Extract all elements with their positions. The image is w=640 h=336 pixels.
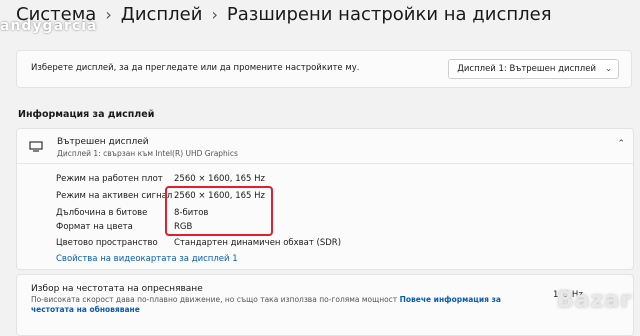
row-value: 2560 × 1600, 165 Hz: [174, 174, 265, 184]
chevron-down-icon: ⌄: [605, 64, 612, 73]
row-label: Режим на активен сигнал: [56, 191, 173, 201]
adapter-properties-link[interactable]: Свойства на видеокартата за дисплей 1: [56, 254, 238, 264]
display-dropdown-value: Дисплей 1: Вътрешен дисплей: [457, 64, 596, 74]
chevron-right-icon: ›: [211, 5, 218, 24]
display-select-label: Изберете дисплей, за да прегледате или д…: [31, 63, 360, 73]
monitor-icon: [29, 141, 43, 152]
refresh-title: Избор на честотата на опресняване: [31, 284, 203, 294]
refresh-description: По-високата скорост дава по-плавно движе…: [31, 295, 511, 315]
breadcrumb-display[interactable]: Дисплей: [121, 4, 203, 25]
row-label: Формат на цвета: [56, 222, 133, 232]
row-label: Дълбочина в битове: [56, 208, 148, 218]
section-title: Информация за дисплей: [18, 109, 155, 120]
row-label: Режим на работен плот: [56, 174, 163, 184]
chevron-up-icon: ⌃: [617, 139, 625, 149]
display-subtitle: Дисплей 1: свързан към Intel(R) UHD Grap…: [57, 149, 238, 158]
chevron-right-icon: ›: [105, 5, 112, 24]
page-title: Разширени настройки на дисплея: [226, 4, 552, 25]
display-select-card: Изберете дисплей, за да прегледате или д…: [16, 50, 632, 88]
display-info-header[interactable]: Вътрешен дисплей Дисплей 1: свързан към …: [17, 129, 633, 164]
site-logo: Bazar: [556, 288, 632, 313]
row-label: Цветово пространство: [56, 238, 158, 248]
refresh-rate-card: Избор на честотата на опресняване По-вис…: [16, 274, 634, 336]
highlight-box: [165, 186, 273, 236]
watermark: andygarcia: [0, 18, 98, 34]
refresh-desc-text: По-високата скорост дава по-плавно движе…: [31, 295, 398, 304]
row-value: Стандартен динамичен обхват (SDR): [174, 238, 342, 248]
display-dropdown[interactable]: Дисплей 1: Вътрешен дисплей ⌄: [448, 59, 619, 79]
display-name: Вътрешен дисплей: [57, 137, 149, 147]
